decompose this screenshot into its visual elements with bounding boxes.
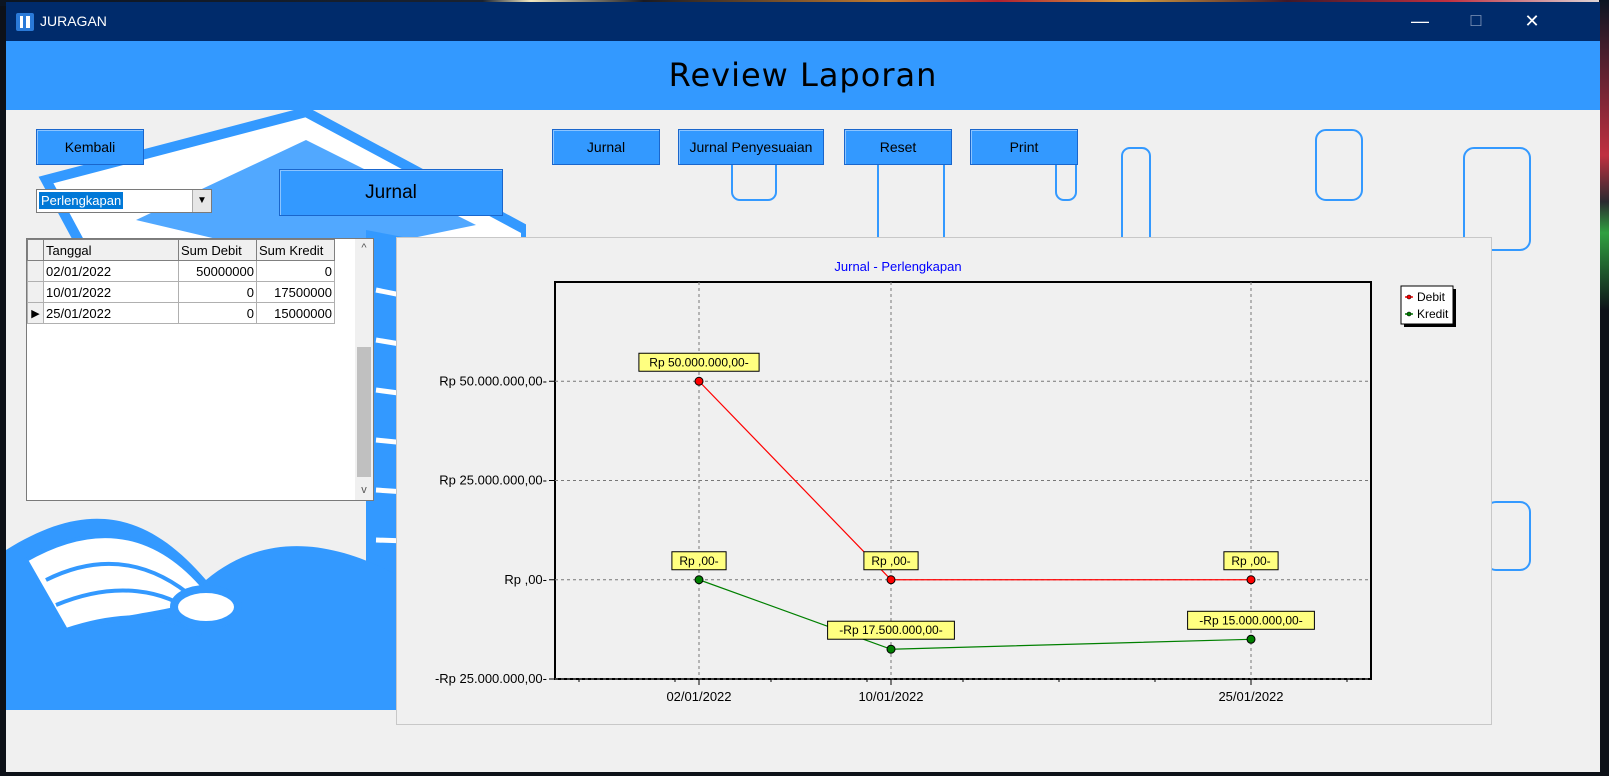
chevron-down-icon[interactable]: ▼ xyxy=(192,190,211,212)
scroll-thumb[interactable] xyxy=(357,347,371,477)
data-point-debit xyxy=(886,575,896,585)
cell-debit[interactable]: 0 xyxy=(178,281,257,303)
cell-tanggal[interactable]: 02/01/2022 xyxy=(43,260,179,282)
x-tick-label: 10/01/2022 xyxy=(858,689,923,704)
legend-marker-kredit xyxy=(1406,311,1412,317)
column-header-sum-kredit[interactable]: Sum Kredit xyxy=(256,239,335,261)
cell-tanggal[interactable]: 25/01/2022 xyxy=(43,302,179,324)
account-select[interactable]: Perlengkapan ▼ xyxy=(36,189,212,213)
grid-header-row: Tanggal Sum Debit Sum Kredit xyxy=(27,239,335,261)
y-tick-label: Rp 50.000.000,00- xyxy=(439,373,547,388)
window-title: JURAGAN xyxy=(40,13,107,29)
data-point-debit xyxy=(1246,575,1256,585)
app-icon xyxy=(16,13,34,31)
data-label: Rp ,00- xyxy=(679,554,718,568)
account-select-value: Perlengkapan xyxy=(39,192,124,209)
chart-panel: Jurnal - Perlengkapan Rp 50.000.000,00- Rp… xyxy=(396,237,1492,725)
y-tick-label: Rp ,00- xyxy=(504,572,547,587)
y-tick-label: -Rp 25.000.000,00- xyxy=(435,671,547,686)
column-header-tanggal[interactable]: Tanggal xyxy=(43,239,179,261)
header-banner: Review Laporan xyxy=(6,41,1600,110)
x-tick-label: 25/01/2022 xyxy=(1218,689,1283,704)
cell-debit[interactable]: 50000000 xyxy=(178,260,257,282)
title-bar: JURAGAN — ☐ ✕ xyxy=(6,2,1600,41)
scroll-up-icon[interactable]: ^ xyxy=(355,239,373,257)
reset-button[interactable]: Reset xyxy=(844,129,952,165)
app-window: JURAGAN — ☐ ✕ Review Laporan Kembali Jur… xyxy=(6,2,1600,772)
grid-vertical-scrollbar[interactable]: ^ v xyxy=(355,239,373,500)
cell-kredit[interactable]: 0 xyxy=(256,260,335,282)
cell-kredit[interactable]: 15000000 xyxy=(256,302,335,324)
cell-tanggal[interactable]: 10/01/2022 xyxy=(43,281,179,303)
form-client-area: Review Laporan Kembali Jurnal Jurnal Pen… xyxy=(6,41,1600,772)
data-label: Rp ,00- xyxy=(871,554,910,568)
data-label: -Rp 17.500.000,00- xyxy=(839,623,942,637)
page-title: Review Laporan xyxy=(668,56,938,94)
data-label: Rp 50.000.000,00- xyxy=(649,355,748,369)
minimize-button[interactable]: — xyxy=(1392,2,1448,41)
close-button[interactable]: ✕ xyxy=(1504,2,1560,41)
current-row-indicator-icon[interactable]: ▶ xyxy=(27,302,44,324)
print-button[interactable]: Print xyxy=(970,129,1078,165)
data-point-debit xyxy=(694,376,704,386)
row-indicator-header xyxy=(27,239,44,261)
cell-kredit[interactable]: 17500000 xyxy=(256,281,335,303)
table-row[interactable]: 10/01/2022 0 17500000 xyxy=(27,281,335,303)
table-row[interactable]: ▶ 25/01/2022 0 15000000 xyxy=(27,302,335,324)
row-indicator[interactable] xyxy=(27,281,44,303)
journal-grid[interactable]: Tanggal Sum Debit Sum Kredit 02/01/2022 … xyxy=(26,238,374,501)
legend-label-kredit: Kredit xyxy=(1417,307,1449,321)
data-label: -Rp 15.000.000,00- xyxy=(1199,613,1302,627)
data-point-kredit xyxy=(1246,634,1256,644)
scroll-down-icon[interactable]: v xyxy=(355,481,373,499)
report-type-label: Jurnal xyxy=(279,169,503,216)
data-point-kredit xyxy=(886,644,896,654)
legend-label-debit: Debit xyxy=(1417,290,1446,304)
legend-marker-debit xyxy=(1406,294,1412,300)
desktop-edge xyxy=(1599,0,1609,776)
column-header-sum-debit[interactable]: Sum Debit xyxy=(178,239,257,261)
line-chart: Jurnal - Perlengkapan Rp 50.000.000,00- Rp… xyxy=(435,259,1456,704)
data-point-kredit xyxy=(694,575,704,585)
table-row[interactable]: 02/01/2022 50000000 0 xyxy=(27,260,335,282)
y-tick-label: Rp 25.000.000,00- xyxy=(439,473,547,488)
x-tick-label: 02/01/2022 xyxy=(666,689,731,704)
chart-title: Jurnal - Perlengkapan xyxy=(834,259,961,274)
jurnal-button[interactable]: Jurnal xyxy=(552,129,660,165)
row-indicator[interactable] xyxy=(27,260,44,282)
maximize-button[interactable]: ☐ xyxy=(1448,2,1504,41)
kembali-button[interactable]: Kembali xyxy=(36,129,144,165)
cell-debit[interactable]: 0 xyxy=(178,302,257,324)
data-label: Rp ,00- xyxy=(1231,554,1270,568)
jurnal-penyesuaian-button[interactable]: Jurnal Penyesuaian xyxy=(678,129,824,165)
